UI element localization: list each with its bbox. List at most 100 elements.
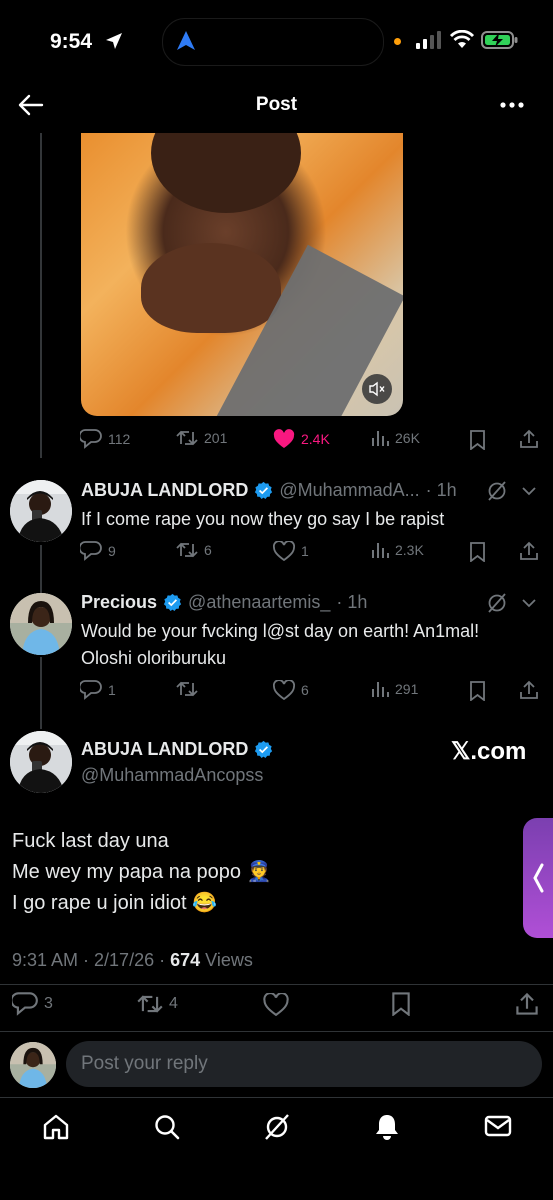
views-count: 674 (170, 950, 201, 970)
media-figure (141, 243, 281, 333)
repost-icon (176, 681, 198, 697)
views-chart-icon (372, 431, 389, 446)
messages-icon[interactable] (484, 1114, 512, 1138)
author-name[interactable]: ABUJA LANDLORD (81, 739, 248, 760)
views-button[interactable]: 291 (371, 680, 418, 698)
media-figure (151, 133, 301, 213)
heart-filled-icon (273, 429, 295, 448)
reply-icon (80, 680, 102, 700)
repost-button[interactable]: 6 (176, 541, 212, 559)
share-icon[interactable] (519, 541, 539, 561)
wifi-icon (450, 30, 474, 48)
like-button[interactable]: 6 (273, 680, 309, 700)
post-datetime: 9:31 AM · 2/17/26 · (12, 950, 171, 970)
views-label: Views (200, 950, 253, 970)
location-arrow-icon (106, 33, 122, 49)
post-text: Me wey my papa na popo 👮 (12, 861, 272, 883)
like-button[interactable]: 1 (273, 541, 309, 561)
heart-icon (273, 680, 295, 700)
post-text: Would be your fvcking l@st day on earth!… (81, 621, 480, 641)
thread-line (40, 657, 42, 729)
grok-icon[interactable] (486, 592, 508, 614)
reply-icon (12, 992, 38, 1016)
speaker-muted-icon (369, 381, 385, 397)
reply-input[interactable]: Post your reply (66, 1041, 542, 1087)
reply-icon (80, 541, 102, 561)
bookmark-icon[interactable] (469, 542, 486, 562)
divider (0, 1031, 553, 1032)
avatar-image (10, 731, 72, 793)
author-handle[interactable]: @athenaartemis_ (188, 592, 330, 613)
avatar[interactable] (10, 593, 72, 655)
verified-badge-icon (163, 593, 182, 611)
heart-icon[interactable] (263, 993, 289, 1016)
thread-line (40, 133, 42, 458)
post-text: Fuck last day una (12, 830, 169, 852)
repost-icon (176, 430, 198, 446)
share-icon[interactable] (519, 429, 539, 449)
more-options-icon[interactable] (499, 100, 525, 110)
post-media-video[interactable] (81, 133, 403, 416)
page-title: Post (255, 94, 298, 115)
more-options-icon[interactable] (519, 595, 539, 611)
views-chart-icon (372, 543, 389, 558)
share-icon[interactable] (519, 680, 539, 700)
chevron-left-icon (533, 863, 544, 893)
status-time: 9:54 (50, 30, 93, 53)
reply-button[interactable]: 112 (80, 429, 130, 449)
post-meta: 9:31 AM · 2/17/26 · 674 Views (12, 950, 253, 971)
grok-icon[interactable] (486, 480, 508, 502)
watermark: 𝕏.com (451, 738, 527, 765)
repost-icon (137, 995, 163, 1013)
bookmark-icon[interactable] (469, 430, 486, 450)
heart-icon (273, 541, 295, 561)
repost-button[interactable]: 201 (176, 429, 227, 447)
avatar-image (10, 593, 72, 655)
battery-charging-icon (481, 31, 518, 49)
divider (0, 984, 553, 985)
author-handle[interactable]: @MuhammadA... (279, 480, 419, 501)
post-time: · 1h (425, 480, 457, 500)
bookmark-icon[interactable] (469, 681, 486, 701)
views-chart-icon (372, 682, 389, 697)
post-text: If I come rape you now they go say I be … (81, 509, 445, 529)
reply-button[interactable]: 3 (12, 992, 53, 1016)
notifications-icon[interactable] (373, 1112, 401, 1142)
reply-button[interactable]: 1 (80, 680, 116, 700)
reply-button[interactable]: 9 (80, 541, 116, 561)
cellular-signal-icon (416, 31, 441, 49)
reply-placeholder: Post your reply (81, 1053, 208, 1074)
thread-line (40, 545, 42, 593)
grok-icon[interactable] (263, 1113, 291, 1141)
post-text: Oloshi oloriburuku (81, 648, 227, 668)
repost-icon (176, 542, 198, 558)
home-icon[interactable] (42, 1113, 70, 1141)
avatar-image (10, 480, 72, 542)
privacy-indicator (394, 38, 401, 45)
post-text: I go rape u join idiot 😂 (12, 892, 218, 914)
views-button[interactable]: 2.3K (371, 541, 424, 559)
divider (0, 1097, 553, 1098)
navigation-arrow-icon (177, 31, 195, 50)
verified-badge-icon (255, 481, 273, 499)
repost-button[interactable]: 4 (137, 993, 178, 1015)
reply-icon (80, 429, 102, 449)
avatar[interactable] (10, 480, 72, 542)
mute-toggle-button[interactable] (362, 374, 392, 404)
avatar-image (10, 1042, 56, 1088)
repost-button[interactable] (176, 680, 204, 698)
avatar[interactable] (10, 731, 72, 793)
like-button[interactable]: 2.4K (273, 429, 330, 449)
post-time: · 1h (336, 592, 368, 612)
verified-badge-icon (255, 740, 273, 758)
share-icon[interactable] (515, 992, 539, 1016)
author-name[interactable]: ABUJA LANDLORD (81, 480, 248, 501)
search-icon[interactable] (153, 1113, 181, 1141)
bookmark-icon[interactable] (391, 992, 411, 1016)
author-name[interactable]: Precious (81, 592, 157, 613)
floating-side-tab[interactable] (523, 818, 553, 938)
more-options-icon[interactable] (519, 483, 539, 499)
my-avatar[interactable] (10, 1042, 56, 1088)
author-handle[interactable]: @MuhammadAncopss (81, 765, 263, 786)
views-button[interactable]: 26K (371, 429, 420, 447)
